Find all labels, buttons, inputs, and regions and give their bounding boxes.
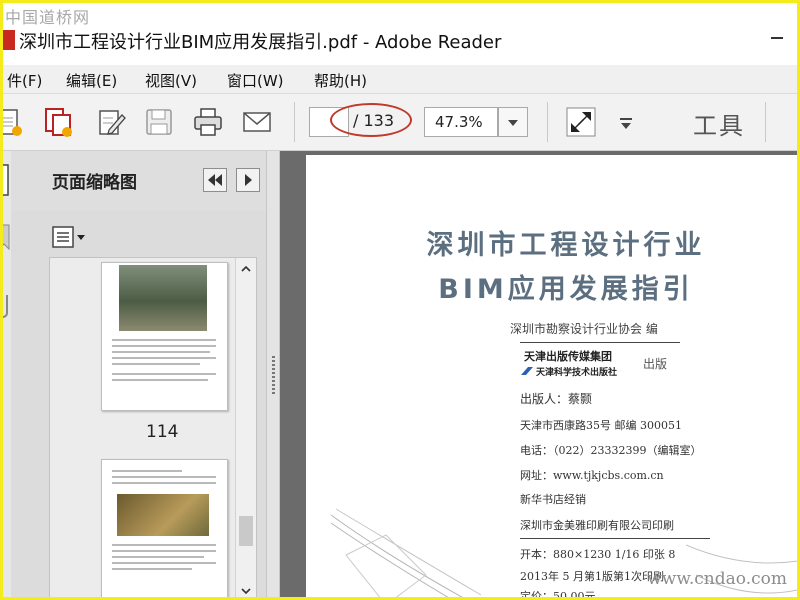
scroll-down-icon[interactable]	[241, 586, 251, 596]
app-frame: 中国道桥网 深圳市工程设计行业BIM应用发展指引.pdf - Adobe Rea…	[0, 0, 800, 600]
title-bar: 中国道桥网 深圳市工程设计行业BIM应用发展指引.pdf - Adobe Rea…	[3, 3, 797, 65]
convert-icon[interactable]	[42, 106, 74, 138]
watermark-top: 中国道桥网	[5, 8, 91, 27]
doc-editor: 深圳市勘察设计行业协会 编	[510, 322, 658, 336]
double-chevron-left-icon	[208, 174, 222, 186]
menu-help[interactable]: 帮助(H)	[314, 70, 367, 91]
print-icon[interactable]	[192, 106, 224, 138]
attachment-icon[interactable]	[0, 291, 11, 321]
splitter-grip[interactable]	[272, 356, 275, 396]
expand-panel-button[interactable]	[236, 168, 260, 192]
doc-website: 网址：www.tjkjcbs.com.cn	[520, 469, 664, 482]
tools-button[interactable]: 工具	[693, 106, 745, 141]
menu-file[interactable]: 件(F)	[7, 70, 42, 91]
doc-address: 天津市西康路35号 邮编 300051	[520, 419, 682, 432]
menu-window[interactable]: 窗口(W)	[227, 70, 284, 91]
doc-publisher-person: 出版人：蔡颢	[520, 392, 593, 406]
highlight-annotation	[330, 103, 412, 137]
doc-format: 开本：880×1230 1/16 印张 8	[520, 548, 676, 561]
scrollbar-thumb[interactable]	[239, 516, 253, 546]
doc-printer: 深圳市金美雅印刷有限公司印刷	[520, 519, 674, 532]
toolbar-separator	[547, 102, 548, 142]
chevron-right-icon	[245, 174, 252, 186]
more-icon[interactable]	[611, 106, 643, 138]
save-icon[interactable]	[143, 106, 175, 138]
thumbnail-photo	[119, 265, 207, 331]
minimize-icon[interactable]	[771, 37, 783, 39]
menu-view[interactable]: 视图(V)	[145, 70, 197, 91]
toolbar-separator	[765, 102, 766, 142]
bookmark-icon[interactable]	[0, 223, 11, 253]
menu-bar: 件(F) 编辑(E) 视图(V) 窗口(W) 帮助(H)	[3, 65, 797, 94]
create-pdf-icon[interactable]	[0, 106, 25, 138]
page-thumbnail[interactable]	[101, 262, 228, 411]
document-page: 深圳市工程设计行业 BIM应用发展指引 深圳市勘察设计行业协会 编 天津出版传媒…	[306, 155, 797, 600]
thumbnails-panel: 页面缩略图 114	[11, 151, 266, 597]
thumbnail-photo	[117, 494, 209, 536]
window-title: 深圳市工程设计行业BIM应用发展指引.pdf - Adobe Reader	[19, 32, 502, 53]
thumbnail-scrollbar[interactable]	[235, 258, 256, 597]
doc-publisher-house: 天津科学技术出版社	[536, 368, 618, 378]
page-thumbnails-icon[interactable]	[0, 163, 11, 199]
doc-divider	[520, 342, 680, 343]
thumbnail-page-label: 114	[146, 422, 179, 442]
doc-distributor: 新华书店经销	[520, 493, 586, 506]
doc-edition: 2013年 5 月第1版第1次印刷	[520, 570, 664, 583]
page-thumbnail[interactable]	[101, 459, 228, 597]
fit-page-icon[interactable]	[565, 106, 597, 138]
toolbar: / 133 47.3% 工具	[3, 94, 797, 151]
document-view[interactable]: 深圳市工程设计行业 BIM应用发展指引 深圳市勘察设计行业协会 编 天津出版传媒…	[280, 151, 797, 600]
watermark-bottom: www.cndao.com	[647, 569, 787, 589]
doc-title-line1: 深圳市工程设计行业	[426, 230, 706, 261]
edit-icon[interactable]	[95, 106, 127, 138]
thumbnail-options-button[interactable]	[51, 223, 91, 251]
options-icon	[52, 226, 85, 248]
toolbar-separator	[294, 102, 295, 142]
scroll-up-icon[interactable]	[241, 264, 251, 274]
zoom-dropdown-icon[interactable]	[498, 107, 528, 137]
doc-building-sketch	[686, 544, 797, 594]
email-icon[interactable]	[241, 106, 273, 138]
thumbnail-list[interactable]: 114	[49, 257, 257, 597]
zoom-input[interactable]: 47.3%	[424, 107, 498, 137]
doc-divider	[520, 538, 710, 539]
publisher-logo-icon	[521, 367, 533, 375]
doc-title-line2: BIM应用发展指引	[438, 274, 694, 305]
doc-publisher-group: 天津出版传媒集团	[524, 350, 612, 363]
doc-building-sketch	[330, 508, 482, 597]
collapse-panel-button[interactable]	[203, 168, 227, 192]
menu-edit[interactable]: 编辑(E)	[66, 70, 117, 91]
panel-splitter[interactable]	[266, 151, 280, 597]
panel-title: 页面缩略图	[52, 173, 137, 193]
doc-phone: 电话：（022）23332399（编辑室）	[520, 444, 702, 457]
doc-price: 定价：50.00元	[520, 590, 596, 600]
panel-header: 页面缩略图	[11, 151, 266, 211]
doc-publish-label: 出版	[643, 357, 668, 371]
adobe-reader-icon	[3, 30, 15, 50]
